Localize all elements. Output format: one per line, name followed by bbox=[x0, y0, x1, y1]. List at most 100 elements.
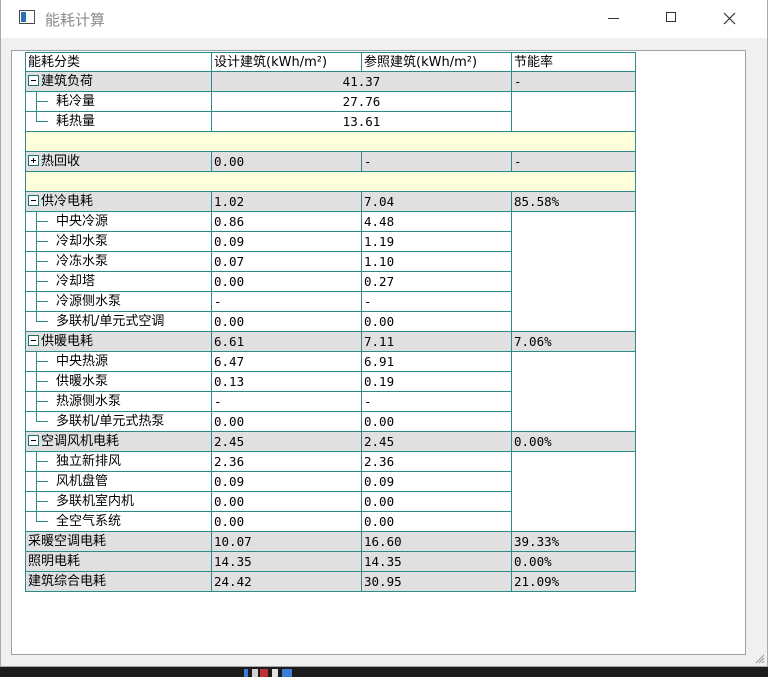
reference-value-cell: 16.60 bbox=[362, 532, 512, 551]
reference-value-cell: 14.35 bbox=[362, 552, 512, 571]
reference-value-cell: 0.00 bbox=[362, 492, 512, 511]
saving-rate-cell bbox=[512, 472, 636, 492]
design-value-cell: 10.07 bbox=[212, 532, 362, 551]
tree-connector-icon bbox=[26, 92, 56, 111]
separator-row bbox=[25, 172, 636, 192]
reference-value-cell: 6.91 bbox=[362, 352, 512, 371]
category-cell: 照明电耗 bbox=[25, 552, 212, 571]
category-label: 冷冻水泵 bbox=[56, 254, 109, 269]
category-label: 冷却塔 bbox=[56, 274, 96, 289]
reference-value-cell: - bbox=[362, 392, 512, 411]
design-value-cell: 24.42 bbox=[212, 572, 362, 591]
app-window-icon bbox=[19, 10, 35, 24]
header-design: 设计建筑(kWh/m²) bbox=[212, 52, 362, 72]
collapse-minus-icon[interactable] bbox=[28, 75, 39, 86]
design-value-cell: - bbox=[212, 292, 362, 311]
saving-rate-cell bbox=[512, 252, 636, 272]
collapse-minus-icon[interactable] bbox=[28, 335, 39, 346]
table-row-group: 建筑负荷 41.37- bbox=[25, 72, 636, 92]
collapse-minus-icon[interactable] bbox=[28, 435, 39, 446]
design-value-cell: 0.86 bbox=[212, 212, 362, 231]
table-row-child: 多联机室内机 0.00 0.00 bbox=[25, 492, 636, 512]
close-button[interactable] bbox=[707, 0, 753, 38]
category-label: 风机盘管 bbox=[56, 474, 109, 489]
design-value-cell: 0.00 bbox=[212, 272, 362, 291]
taskbar-fragment bbox=[244, 669, 294, 677]
saving-rate-cell bbox=[512, 272, 636, 292]
table-row-group: 热回收 0.00- - bbox=[25, 152, 636, 172]
saving-rate-cell bbox=[512, 412, 636, 431]
merged-value-cell: 41.37 bbox=[212, 72, 512, 91]
category-label: 供暖水泵 bbox=[56, 374, 109, 389]
reference-value-cell: 4.48 bbox=[362, 212, 512, 231]
saving-rate-cell bbox=[512, 392, 636, 412]
design-value-cell: 0.00 bbox=[212, 512, 362, 531]
header-category: 能耗分类 bbox=[25, 52, 212, 72]
saving-rate-cell bbox=[512, 112, 636, 131]
saving-rate-cell bbox=[512, 352, 636, 372]
table-row-child: 冷源侧水泵 - - bbox=[25, 292, 636, 312]
category-cell: 采暖空调电耗 bbox=[25, 532, 212, 551]
saving-rate-cell: 85.58% bbox=[512, 192, 636, 211]
reference-value-cell: - bbox=[362, 152, 512, 171]
tree-connector-icon bbox=[26, 312, 56, 331]
tree-connector-icon bbox=[26, 292, 56, 311]
expand-plus-icon[interactable] bbox=[28, 155, 39, 166]
table-row-group: 建筑综合电耗 24.42 30.95 21.09% bbox=[25, 572, 636, 592]
title-bar[interactable]: 能耗计算 bbox=[1, 0, 767, 38]
category-label: 全空气系统 bbox=[56, 514, 122, 529]
saving-rate-cell: 21.09% bbox=[512, 572, 636, 591]
saving-rate-cell bbox=[512, 452, 636, 472]
category-cell: 中央冷源 bbox=[25, 212, 212, 231]
table-header: 能耗分类 设计建筑(kWh/m²) 参照建筑(kWh/m²) 节能率 bbox=[25, 52, 636, 72]
table-row-child: 全空气系统 0.00 0.00 bbox=[25, 512, 636, 532]
table-row-group: 采暖空调电耗 10.07 16.60 39.33% bbox=[25, 532, 636, 552]
content-panel: 能耗分类 设计建筑(kWh/m²) 参照建筑(kWh/m²) 节能率 建筑负荷 4… bbox=[11, 50, 746, 655]
saving-rate-cell bbox=[512, 92, 636, 112]
saving-rate-cell bbox=[512, 512, 636, 531]
saving-rate-cell: 0.00% bbox=[512, 432, 636, 451]
tree-connector-icon bbox=[26, 232, 56, 251]
category-cell: 耗冷量 bbox=[25, 92, 212, 111]
separator-cell bbox=[25, 132, 636, 151]
table-row-child: 中央冷源 0.86 4.48 bbox=[25, 212, 636, 232]
category-cell: 供暖电耗 bbox=[25, 332, 212, 351]
tree-connector-icon bbox=[26, 412, 56, 431]
maximize-button[interactable] bbox=[649, 0, 695, 38]
minimize-icon bbox=[608, 18, 619, 19]
reference-value-cell: 7.11 bbox=[362, 332, 512, 351]
category-cell: 全空气系统 bbox=[25, 512, 212, 531]
category-label: 热回收 bbox=[41, 154, 81, 169]
tree-connector-icon bbox=[26, 252, 56, 271]
category-label: 空调风机电耗 bbox=[41, 434, 120, 449]
category-label: 多联机/单元式热泵 bbox=[56, 414, 165, 429]
category-cell: 供冷电耗 bbox=[25, 192, 212, 211]
category-label: 独立新排风 bbox=[56, 454, 122, 469]
reference-value-cell: 30.95 bbox=[362, 572, 512, 591]
category-cell: 中央热源 bbox=[25, 352, 212, 371]
reference-value-cell: 0.00 bbox=[362, 512, 512, 531]
tree-connector-icon bbox=[26, 112, 56, 131]
design-value-cell: 6.47 bbox=[212, 352, 362, 371]
category-label: 多联机室内机 bbox=[56, 494, 135, 509]
category-label: 照明电耗 bbox=[28, 554, 81, 569]
tree-connector-icon bbox=[26, 452, 56, 471]
reference-value-cell: 0.19 bbox=[362, 372, 512, 391]
collapse-minus-icon[interactable] bbox=[28, 195, 39, 206]
tree-connector-icon bbox=[26, 212, 56, 231]
table-row-child: 风机盘管 0.09 0.09 bbox=[25, 472, 636, 492]
reference-value-cell: 0.00 bbox=[362, 312, 512, 331]
table-row-group: 供暖电耗 6.61 7.11 7.06% bbox=[25, 332, 636, 352]
header-reference: 参照建筑(kWh/m²) bbox=[362, 52, 512, 72]
category-cell: 供暖水泵 bbox=[25, 372, 212, 391]
minimize-button[interactable] bbox=[591, 0, 637, 38]
table-row-group: 空调风机电耗 2.45 2.45 0.00% bbox=[25, 432, 636, 452]
tree-connector-icon bbox=[26, 472, 56, 491]
resize-grip-icon[interactable] bbox=[753, 652, 765, 664]
saving-rate-cell: 7.06% bbox=[512, 332, 636, 351]
reference-value-cell: 1.10 bbox=[362, 252, 512, 271]
tree-connector-icon bbox=[26, 492, 56, 511]
saving-rate-cell bbox=[512, 212, 636, 232]
table-row-child: 多联机/单元式空调 0.00 0.00 bbox=[25, 312, 636, 332]
reference-value-cell: 0.00 bbox=[362, 412, 512, 431]
